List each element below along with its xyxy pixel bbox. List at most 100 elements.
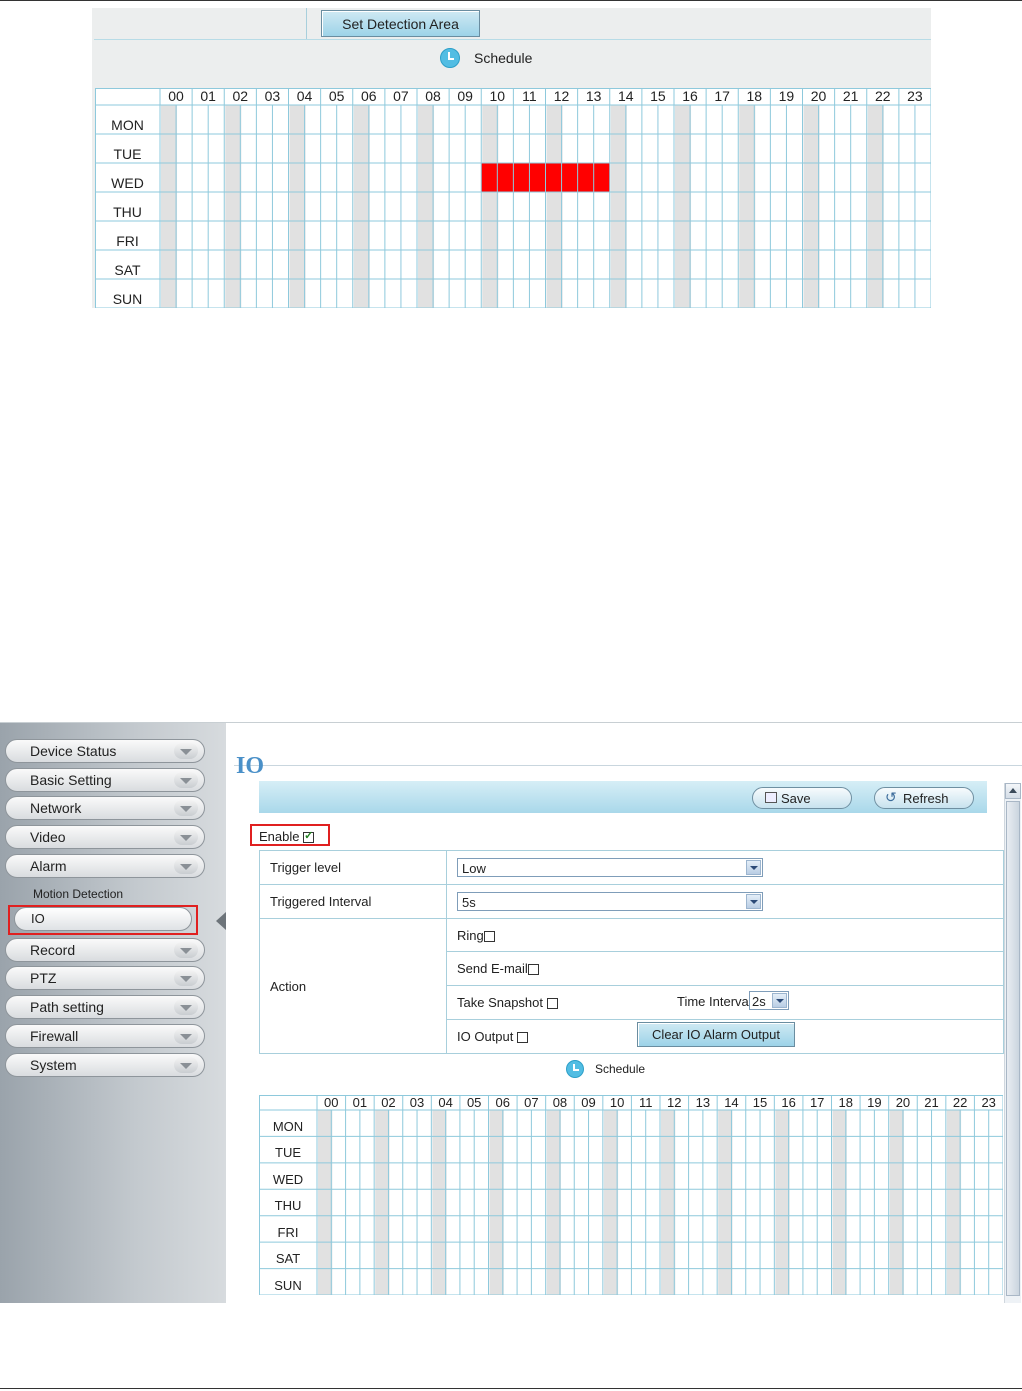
clear-io-alarm-output-button[interactable]: Clear IO Alarm Output xyxy=(637,1022,795,1047)
hour-header: 03 xyxy=(264,88,281,104)
sidebar-item-firewall[interactable]: Firewall xyxy=(5,1024,205,1048)
sidebar-item-system[interactable]: System xyxy=(5,1053,205,1077)
trigger-level-value: Low xyxy=(462,861,486,876)
chevron-down-icon xyxy=(174,858,198,874)
triggered-interval-label: Triggered Interval xyxy=(259,884,447,919)
triggered-interval-select[interactable]: 5s xyxy=(457,892,763,911)
hour-header: 15 xyxy=(650,88,666,104)
selected-slot[interactable] xyxy=(593,163,610,192)
sidebar: Device Status Basic Setting Network Vide… xyxy=(0,723,226,1303)
hour-shade xyxy=(603,1110,619,1295)
trigger-level-select[interactable]: Low xyxy=(457,858,763,877)
selected-slot[interactable] xyxy=(561,163,578,192)
day-label: FRI xyxy=(277,1224,299,1240)
hour-header: 05 xyxy=(466,1095,482,1110)
sidebar-item-alarm[interactable]: Alarm xyxy=(5,854,205,878)
day-label: SUN xyxy=(274,1277,302,1293)
chevron-down-icon xyxy=(174,1057,198,1073)
hour-shade xyxy=(832,1110,847,1295)
hour-shade xyxy=(489,1110,504,1295)
hour-header: 20 xyxy=(895,1095,911,1110)
ring-checkbox[interactable] xyxy=(483,930,495,942)
sidebar-item-basic-setting[interactable]: Basic Setting xyxy=(5,768,205,792)
hour-shade xyxy=(739,105,756,308)
selected-slot[interactable] xyxy=(497,163,514,192)
collapse-sidebar-icon[interactable] xyxy=(216,912,226,930)
camera-web-ui: Device Status Basic Setting Network Vide… xyxy=(0,722,1022,1303)
hour-header: 14 xyxy=(724,1095,739,1110)
hour-header: 23 xyxy=(981,1095,996,1110)
hour-shade xyxy=(546,1110,561,1295)
io-output-label: IO Output xyxy=(457,1029,514,1044)
schedule-title: Schedule xyxy=(474,50,533,66)
scroll-thumb[interactable] xyxy=(1006,801,1020,1296)
selected-slot[interactable] xyxy=(577,163,594,192)
sidebar-subitem-motion-detection[interactable]: Motion Detection xyxy=(33,887,123,901)
schedule-title: Schedule xyxy=(595,1062,646,1076)
vertical-scrollbar[interactable] xyxy=(1004,783,1021,1303)
header-divider xyxy=(234,765,1022,766)
ring-label: Ring xyxy=(457,927,484,943)
chevron-down-icon xyxy=(174,970,198,986)
selected-slot[interactable] xyxy=(513,163,530,192)
hour-shade xyxy=(432,1110,447,1295)
selected-slot[interactable] xyxy=(545,163,562,192)
trigger-level-label: Trigger level xyxy=(259,850,447,885)
time-interval-value: 2s xyxy=(752,994,766,1009)
hour-header: 12 xyxy=(553,88,570,104)
hour-shade xyxy=(289,105,306,308)
sidebar-item-label: Device Status xyxy=(30,743,117,759)
sidebar-item-record[interactable]: Record xyxy=(5,938,205,962)
scroll-up-icon[interactable] xyxy=(1005,783,1021,799)
hour-shade xyxy=(718,1110,733,1295)
io-settings-table: Trigger level Low Triggered Interval 5s xyxy=(259,850,1004,1054)
day-label: WED xyxy=(111,175,144,191)
hour-header: 09 xyxy=(581,1095,596,1110)
sidebar-item-ptz[interactable]: PTZ xyxy=(5,966,205,990)
schedule-grid: 00 01 02 03 04 05 06 07 08 09 10 11 12 13 14 15 16 17 18 19… xyxy=(95,88,931,308)
hour-header: 23 xyxy=(907,88,923,104)
hour-header: 11 xyxy=(638,1095,653,1110)
hour-header: 17 xyxy=(809,1095,825,1110)
hour-header: 12 xyxy=(667,1095,682,1110)
sidebar-item-label: System xyxy=(30,1057,77,1073)
schedule-grid-lines xyxy=(95,88,931,308)
chevron-down-icon xyxy=(174,1028,198,1044)
schedule-grid-lines xyxy=(259,1095,1003,1295)
sidebar-item-device-status[interactable]: Device Status xyxy=(5,739,205,763)
set-detection-area-button[interactable]: Set Detection Area xyxy=(321,10,480,37)
chevron-down-icon xyxy=(174,942,198,958)
hour-header: 09 xyxy=(457,88,473,104)
save-button[interactable]: Save xyxy=(752,787,852,809)
enable-highlight-box xyxy=(250,824,330,846)
sidebar-item-label: Alarm xyxy=(30,858,67,874)
selected-slot[interactable] xyxy=(481,163,498,192)
io-output-checkbox[interactable] xyxy=(517,1032,528,1044)
take-snapshot-checkbox[interactable] xyxy=(546,998,558,1010)
hour-header: 19 xyxy=(867,1095,882,1110)
sidebar-item-label: Firewall xyxy=(30,1028,79,1044)
hour-shade xyxy=(418,105,435,308)
hour-shade xyxy=(775,1110,790,1295)
action-label: Action xyxy=(259,918,447,1054)
hour-header: 07 xyxy=(393,88,409,104)
sidebar-item-video[interactable]: Video xyxy=(5,825,205,849)
hour-header: 01 xyxy=(200,88,216,104)
schedule-clock-icon xyxy=(566,1060,584,1078)
chevron-down-icon xyxy=(174,999,198,1015)
hour-shade xyxy=(482,105,499,308)
day-label: WED xyxy=(272,1171,304,1187)
toolbar: Save ↺ Refresh xyxy=(259,781,987,813)
day-label: TUE xyxy=(275,1145,301,1161)
selected-slot[interactable] xyxy=(529,163,546,192)
hour-header: 18 xyxy=(838,1095,854,1110)
sidebar-item-path-setting[interactable]: Path setting xyxy=(5,995,205,1019)
day-label: MON xyxy=(111,117,144,133)
day-label: SUN xyxy=(112,291,143,307)
hour-header: 17 xyxy=(714,88,730,104)
chevron-down-icon xyxy=(772,993,787,1008)
send-email-checkbox[interactable] xyxy=(527,964,539,976)
time-interval-select[interactable]: 2s xyxy=(749,991,789,1010)
refresh-button[interactable]: ↺ Refresh xyxy=(874,787,974,809)
sidebar-item-network[interactable]: Network xyxy=(5,796,205,820)
